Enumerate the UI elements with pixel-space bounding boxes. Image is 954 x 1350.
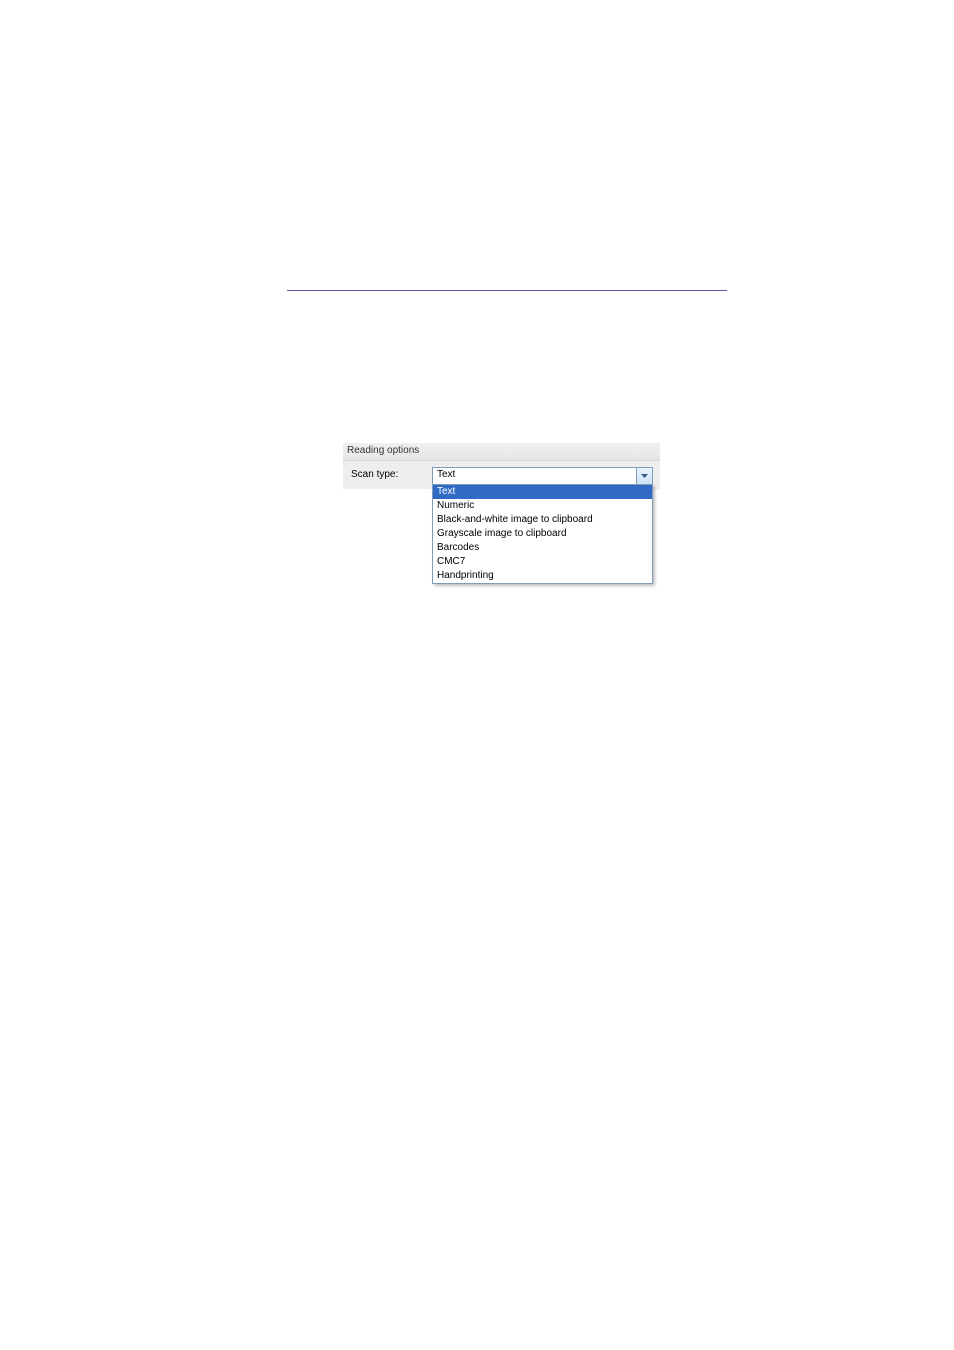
dropdown-option-numeric[interactable]: Numeric (433, 499, 652, 513)
combo-dropdown-button[interactable] (636, 468, 652, 484)
scan-type-label: Scan type: (351, 467, 426, 481)
dropdown-option-cmc7[interactable]: CMC7 (433, 555, 652, 569)
chevron-down-icon (641, 474, 648, 478)
dropdown-option-grayscale-image[interactable]: Grayscale image to clipboard (433, 527, 652, 541)
dropdown-option-barcodes[interactable]: Barcodes (433, 541, 652, 555)
section-header: Reading options (343, 443, 660, 461)
dropdown-option-handprinting[interactable]: Handprinting (433, 569, 652, 583)
dropdown-option-bw-image[interactable]: Black-and-white image to clipboard (433, 513, 652, 527)
scan-type-combo-wrap: Text Text Numeric Black-and-white image … (432, 467, 653, 485)
scan-type-selected-value: Text (433, 468, 636, 484)
scan-type-dropdown-list[interactable]: Text Numeric Black-and-white image to cl… (432, 484, 653, 584)
scan-type-combobox[interactable]: Text (432, 467, 653, 485)
page: Reading options Scan type: Text Text (0, 0, 954, 1350)
scan-type-row: Scan type: Text Text Numeric (343, 461, 660, 489)
dropdown-option-text[interactable]: Text (433, 485, 652, 499)
reading-options-panel: Reading options Scan type: Text Text (343, 443, 660, 489)
horizontal-rule (287, 290, 727, 291)
